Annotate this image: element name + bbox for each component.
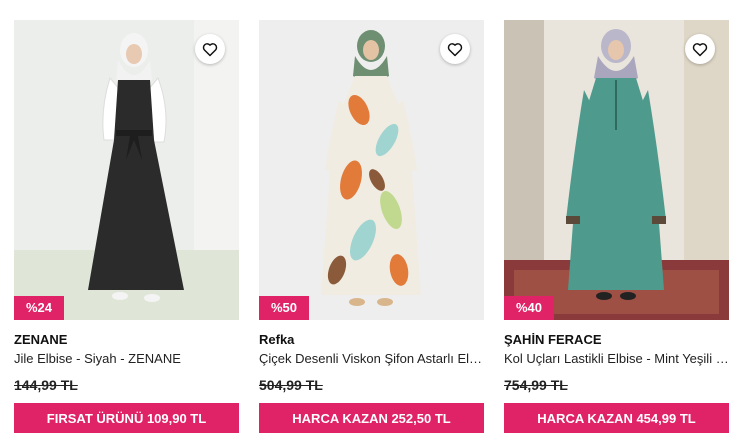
product-brand[interactable]: ŞAHİN FERACE (504, 332, 602, 347)
product-image[interactable] (14, 20, 239, 320)
product-brand[interactable]: ZENANE (14, 332, 67, 347)
favorite-button[interactable] (195, 34, 225, 64)
product-card[interactable]: %50 Refka Çiçek Desenli Viskon Şifon Ast… (259, 20, 484, 440)
old-price: 144,99 TL (14, 377, 78, 393)
old-price: 504,99 TL (259, 377, 323, 393)
product-brand[interactable]: Refka (259, 332, 294, 347)
discount-badge: %24 (14, 296, 64, 320)
product-card[interactable]: %24 ZENANE Jile Elbise - Siyah - ZENANE … (14, 20, 239, 440)
product-grid: %24 ZENANE Jile Elbise - Siyah - ZENANE … (0, 0, 744, 448)
discount-badge: %40 (504, 296, 554, 320)
favorite-button[interactable] (440, 34, 470, 64)
old-price: 754,99 TL (504, 377, 568, 393)
product-name[interactable]: Kol Uçları Lastikli Elbise - Mint Yeşili… (504, 351, 729, 366)
harca-kazan-button[interactable]: HARCA KAZAN 252,50 TL (259, 403, 484, 433)
heart-outline-icon (202, 42, 218, 56)
heart-outline-icon (692, 42, 708, 56)
product-name[interactable]: Jile Elbise - Siyah - ZENANE (14, 351, 239, 366)
deal-price-button[interactable]: FIRSAT ÜRÜNÜ 109,90 TL (14, 403, 239, 433)
product-image[interactable] (504, 20, 729, 320)
favorite-button[interactable] (685, 34, 715, 64)
heart-outline-icon (447, 42, 463, 56)
product-name[interactable]: Çiçek Desenli Viskon Şifon Astarlı Elbis… (259, 351, 484, 366)
product-image[interactable] (259, 20, 484, 320)
harca-kazan-button[interactable]: HARCA KAZAN 454,99 TL (504, 403, 729, 433)
product-card[interactable]: %40 ŞAHİN FERACE Kol Uçları Lastikli Elb… (504, 20, 729, 440)
discount-badge: %50 (259, 296, 309, 320)
